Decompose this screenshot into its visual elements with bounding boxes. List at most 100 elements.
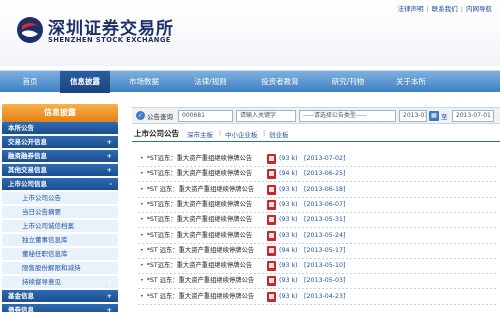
list-item: • *ST 远东：重大资产重组继续停牌公告 (93 k) [2013-05-03] — [140, 275, 500, 287]
nav-item-home[interactable]: 首页 — [0, 71, 60, 93]
announcement-title-link[interactable]: *ST 远东：重大资产重组继续停牌公告 — [147, 186, 254, 193]
expand-icon[interactable]: + — [107, 150, 112, 163]
announcement-title-link[interactable]: *ST 远东：重大资产重组继续停牌公告 — [147, 277, 254, 284]
announcement-title-link[interactable]: *ST远东：重大资产重组继续停牌公告 — [147, 201, 252, 208]
sidebar-title: 信息披露 — [2, 104, 118, 122]
nav-item-investor-education[interactable]: 投资者教育 — [246, 71, 314, 93]
top-link-legal[interactable]: 法律声明 — [398, 5, 424, 13]
pdf-icon[interactable] — [267, 199, 276, 210]
szse-logo-icon[interactable] — [16, 16, 44, 44]
file-size: (93 k) — [279, 185, 298, 193]
announcement-title-link[interactable]: *ST远东：重大资产重组继续停牌公告 — [147, 232, 252, 239]
pdf-icon[interactable] — [267, 154, 276, 164]
row-divider — [138, 196, 498, 198]
sidebar-item[interactable]: 其他交易信息 + — [2, 164, 118, 177]
sidebar-item[interactable]: 债券信息 + — [2, 304, 118, 312]
collapse-icon[interactable]: - — [109, 178, 112, 191]
file-size: (93 k) — [279, 292, 298, 300]
row-divider — [138, 227, 498, 229]
pdf-icon[interactable] — [267, 245, 276, 256]
row-divider — [138, 303, 498, 305]
sidebar-item[interactable]: 交易公开信息 + — [2, 136, 118, 149]
bullet-icon: • — [140, 216, 144, 224]
sidebar-item[interactable]: 融资融券信息 + — [2, 150, 118, 163]
section-title: 上市公司公告 — [134, 129, 179, 138]
announcement-date: [2013-05-31] — [304, 216, 346, 224]
nav-item-disclosure[interactable]: 信息披露 — [60, 71, 110, 93]
announcement-title-link[interactable]: *ST 远东：重大资产重组继续停牌公告 — [147, 293, 254, 300]
sidebar-item[interactable]: 上市公司信息 - — [2, 178, 118, 191]
expand-icon[interactable]: + — [107, 164, 112, 177]
sidebar-item-label: 其他交易信息 — [8, 166, 47, 174]
sidebar-item[interactable]: 独立董事信息库 — [2, 234, 118, 247]
tab-chinext[interactable]: 创业板 — [269, 129, 289, 139]
bullet-icon: • — [140, 246, 144, 254]
tab-sme-board[interactable]: 中小企业板 — [225, 129, 258, 139]
sidebar-item[interactable]: 当日公告摘要 — [2, 206, 118, 219]
pdf-icon[interactable] — [267, 184, 276, 195]
sidebar-item[interactable]: 本所公告 — [2, 122, 118, 135]
sidebar-item-label: 上市公司诚信档案 — [22, 222, 74, 230]
board-tabs: 上市公司公告 深市主板 | 中小企业板 | 创业板 — [132, 127, 500, 141]
stock-code-input[interactable]: 000681 — [178, 110, 233, 122]
sidebar-item[interactable]: 董秘任职信息库 — [2, 248, 118, 261]
nav-item-rules[interactable]: 法律/规则 — [178, 71, 243, 93]
announcement-date: [2013-05-17] — [304, 246, 346, 254]
announcement-date: [2013-04-23] — [304, 292, 346, 300]
announcement-title-link[interactable]: *ST远东：重大资产重组继续停牌公告 — [147, 262, 252, 269]
bullet-icon: • — [140, 200, 144, 208]
file-size: (93 k) — [279, 155, 298, 162]
date-to-input[interactable]: 2013-07-01 — [452, 110, 494, 122]
tab-main-board[interactable]: 深市主板 — [187, 129, 213, 139]
sidebar-item-label: 债券信息 — [8, 306, 34, 312]
announcement-title-link[interactable]: *ST 远东：重大资产重组继续停牌公告 — [147, 247, 254, 254]
calendar-icon[interactable]: ▦ — [429, 111, 439, 121]
expand-icon[interactable]: + — [107, 276, 112, 289]
sidebar-item[interactable]: 基金信息 + — [2, 290, 118, 303]
pdf-icon[interactable] — [267, 230, 276, 241]
announcement-date: [2013-05-10] — [304, 262, 346, 270]
list-item: • *ST远东：重大资产重组继续停牌公告 (93 k) [2013-05-10] — [140, 260, 500, 272]
announcement-title-link[interactable]: *ST远东：重大资产重组继续停牌公告 — [147, 170, 252, 177]
pdf-icon[interactable] — [267, 261, 276, 272]
row-divider — [138, 166, 498, 167]
pdf-icon[interactable] — [267, 276, 276, 287]
announcement-date: [2013-05-03] — [304, 277, 346, 285]
brand-name-en: SHENZHEN STOCK EXCHANGE — [48, 36, 171, 44]
list-item: • *ST 远东：重大资产重组继续停牌公告 (93 k) [2013-04-23] — [140, 291, 500, 303]
nav-item-research[interactable]: 研究/刊物 — [318, 71, 378, 93]
list-item: • *ST远东：重大资产重组继续停牌公告 (93 k) [2013-07-02] — [140, 153, 500, 165]
pdf-icon[interactable] — [267, 291, 276, 302]
keyword-input[interactable]: 请输入关键字 — [236, 110, 296, 122]
announcement-title-link[interactable]: *ST远东：重大资产重组继续停牌公告 — [147, 216, 252, 223]
file-size: (93 k) — [279, 231, 298, 239]
announcement-title-link[interactable]: *ST远东：重大资产重组继续停牌公告 — [147, 155, 252, 162]
bullet-icon: • — [140, 155, 144, 162]
list-item: • *ST 远东：重大资产重组继续停牌公告 (94 k) [2013-05-17] — [140, 245, 500, 257]
pdf-icon[interactable] — [267, 169, 276, 180]
sidebar-item[interactable]: 限售股份解限和减持 — [2, 262, 118, 275]
top-link-contact[interactable]: 联系我们 — [432, 5, 458, 13]
list-item: • *ST远东：重大资产重组继续停牌公告 (94 k) [2013-06-25] — [140, 168, 500, 180]
top-links: 法律声明 | 联系我们 | 内网导航 — [397, 5, 492, 13]
list-item: • *ST 远东：重大资产重组继续停牌公告 (93 k) [2013-06-18] — [140, 184, 500, 196]
date-from-input[interactable]: 2013-07-01 — [399, 110, 427, 122]
sidebar-item-label: 当日公告摘要 — [22, 208, 61, 216]
sidebar-item[interactable]: 上市公司公告 — [2, 192, 118, 205]
pdf-icon[interactable] — [267, 215, 276, 226]
nav-item-about[interactable]: 关于本所 — [382, 71, 440, 93]
expand-icon[interactable]: + — [107, 290, 112, 303]
tab-separator: | — [219, 129, 222, 137]
file-size: (93 k) — [279, 200, 298, 208]
sidebar-item[interactable]: 持续督导意见 + — [2, 276, 118, 289]
sidebar-item-label: 限售股份解限和减持 — [22, 264, 81, 272]
sidebar-item[interactable]: 上市公司诚信档案 — [2, 220, 118, 233]
top-link-intranet[interactable]: 内网导航 — [466, 5, 492, 13]
date-range-to-label: 至 — [441, 113, 448, 121]
sidebar-item-label: 持续督导意见 — [22, 278, 61, 286]
expand-icon[interactable]: + — [107, 304, 112, 312]
expand-icon[interactable]: + — [107, 136, 112, 149]
nav-item-market-data[interactable]: 市场数据 — [113, 71, 175, 93]
announcement-type-select[interactable]: -----请选择公告类型----- — [299, 110, 396, 122]
row-divider — [138, 257, 498, 259]
